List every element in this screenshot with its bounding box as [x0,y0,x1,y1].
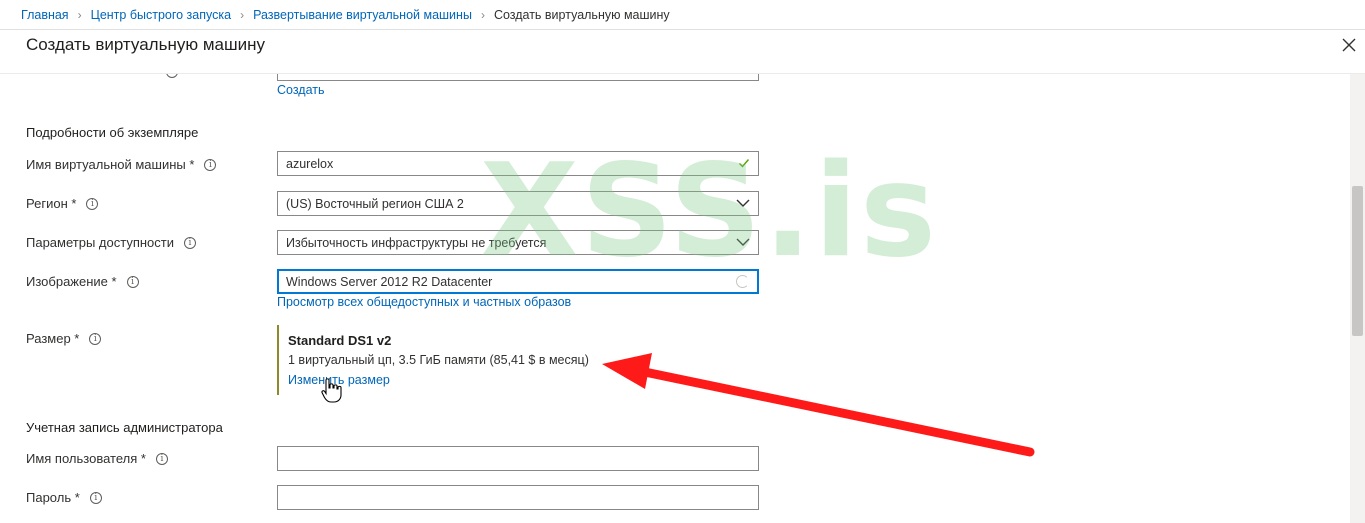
info-icon[interactable]: i [204,158,217,171]
breadcrumb-home[interactable]: Главная [21,8,69,22]
username-label: Имя пользователя * i [26,451,168,466]
info-icon[interactable]: i [89,491,102,504]
chevron-down-icon [736,238,750,246]
username-label-text: Имя пользователя * [26,451,146,466]
browse-images-link[interactable]: Просмотр всех общедоступных и частных об… [277,295,571,309]
scrolled-label: ——————————i [26,74,178,79]
image-label: Изображение * i [26,274,139,289]
username-input[interactable] [277,446,759,471]
info-icon[interactable]: i [184,236,196,249]
availability-label: Параметры доступности i [26,235,196,250]
image-select[interactable]: Windows Server 2012 R2 Datacenter [277,269,759,294]
info-icon[interactable]: i [166,74,178,78]
chevron-down-icon [736,199,750,207]
admin-section-heading: Учетная запись администратора [26,420,223,435]
page-title: Создать виртуальную машину [26,35,265,54]
create-link[interactable]: Создать [277,83,325,97]
scrollbar[interactable] [1350,74,1365,523]
availability-select[interactable]: Избыточность инфраструктуры не требуется [277,230,759,255]
size-label: Размер * i [26,331,102,346]
size-label-text: Размер * [26,331,80,346]
close-button[interactable] [1339,35,1359,55]
image-label-text: Изображение * [26,274,117,289]
info-icon[interactable]: i [126,275,139,288]
info-icon[interactable]: i [155,452,168,465]
password-label-text: Пароль * [26,490,80,505]
form-content: ——————————i Создать Подробности об экзем… [0,74,1350,523]
region-label: Регион * i [26,196,99,211]
vm-name-input[interactable]: azurelox [277,151,759,176]
breadcrumb-deploy-vm[interactable]: Развертывание виртуальной машины [253,8,472,22]
info-icon[interactable]: i [89,332,102,345]
image-value: Windows Server 2012 R2 Datacenter [286,274,493,289]
password-label: Пароль * i [26,490,102,505]
check-icon [739,159,750,168]
close-icon [1342,38,1356,52]
region-label-text: Регион * [26,196,77,211]
region-select[interactable]: (US) Восточный регион США 2 [277,191,759,216]
vm-name-value: azurelox [286,156,334,171]
blade-header: Создать виртуальную машину [0,30,1365,74]
password-input[interactable] [277,485,759,510]
breadcrumb: Главная › Центр быстрого запуска › Разве… [0,0,1365,30]
availability-value: Избыточность инфраструктуры не требуется [286,235,547,250]
size-description: 1 виртуальный цп, 3.5 ГиБ памяти (85,41 … [288,353,589,367]
vm-name-label-text: Имя виртуальной машины * [26,157,195,172]
resource-group-select[interactable] [277,74,759,81]
info-icon[interactable]: i [86,197,99,210]
chevron-right-icon: › [480,7,485,22]
chevron-right-icon: › [240,7,245,22]
scrollbar-thumb[interactable] [1352,186,1363,336]
availability-label-text: Параметры доступности [26,235,174,250]
instance-section-heading: Подробности об экземпляре [26,125,199,140]
change-size-link[interactable]: Изменить размер [288,373,390,387]
chevron-right-icon: › [77,7,82,22]
vm-name-label: Имя виртуальной машины * i [26,157,217,172]
breadcrumb-current: Создать виртуальную машину [493,7,670,22]
size-name: Standard DS1 v2 [288,333,392,348]
breadcrumb-quickstart[interactable]: Центр быстрого запуска [91,8,232,22]
region-value: (US) Восточный регион США 2 [286,196,464,211]
loading-icon [736,275,749,288]
size-summary: Standard DS1 v2 1 виртуальный цп, 3.5 Ги… [277,325,637,395]
